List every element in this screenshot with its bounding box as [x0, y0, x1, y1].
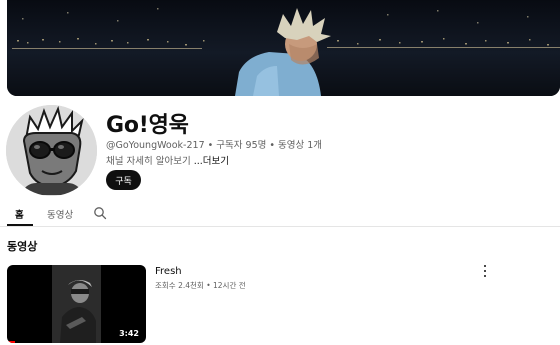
channel-meta: @GoYoungWook-217 • 구독자 95명 • 동영상 1개: [106, 137, 322, 151]
video-thumbnail[interactable]: 3:42: [7, 265, 146, 343]
meta-separator: •: [266, 140, 279, 151]
channel-handle: @GoYoungWook-217: [106, 140, 205, 151]
channel-name: Go!영욱: [106, 113, 189, 138]
active-tab-indicator: [7, 224, 33, 226]
tab-home[interactable]: 홈: [15, 207, 24, 221]
subscribe-button[interactable]: 구독: [106, 170, 141, 190]
banner-image: [7, 0, 560, 96]
thumbnail-image: [52, 265, 101, 343]
tab-videos[interactable]: 동영상: [47, 207, 73, 221]
search-icon[interactable]: [93, 206, 107, 220]
video-meta: 조회수 2.4천회 • 12시간 전: [155, 280, 246, 291]
description-text: 채널 자세히 알아보기: [106, 156, 194, 167]
channel-tabs: 홈 동영상: [0, 203, 560, 227]
avatar-cartoon-icon: [6, 105, 97, 196]
channel-avatar[interactable]: [6, 105, 97, 196]
upload-age: 12시간 전: [213, 281, 246, 290]
video-title[interactable]: Fresh: [155, 266, 182, 277]
channel-banner: [7, 0, 560, 96]
more-link[interactable]: ...더보기: [194, 156, 229, 167]
meta-separator: •: [203, 281, 214, 290]
watch-progress-bar: [7, 341, 16, 343]
section-title: 동영상: [7, 240, 38, 253]
more-options-icon[interactable]: [479, 264, 491, 278]
channel-page: Go!영욱 @GoYoungWook-217 • 구독자 95명 • 동영상 1…: [0, 0, 560, 345]
channel-description[interactable]: 채널 자세히 알아보기 ...더보기: [106, 153, 229, 167]
meta-separator: •: [204, 140, 217, 151]
view-count: 조회수 2.4천회: [155, 281, 204, 290]
video-count: 동영상 1개: [278, 140, 323, 151]
video-duration: 3:42: [116, 328, 142, 339]
subscriber-count: 구독자 95명: [216, 140, 267, 151]
